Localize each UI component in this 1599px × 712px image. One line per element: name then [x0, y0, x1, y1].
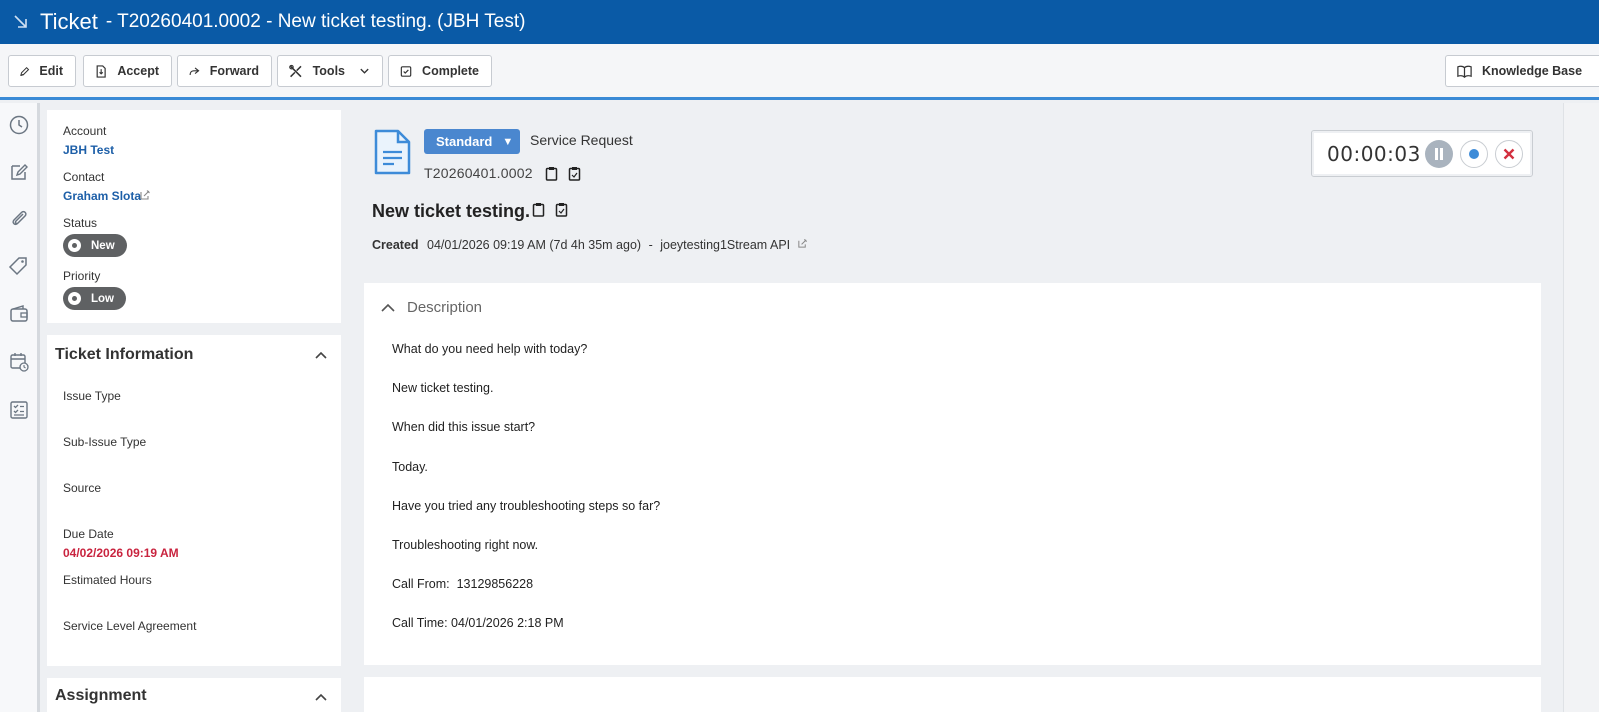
timer-display: 00:00:03 [1327, 142, 1421, 166]
page-subtitle: - T20260401.0002 - New ticket testing. (… [105, 11, 526, 32]
description-card: Description What do you need help with t… [364, 283, 1541, 665]
clipboard-link-icon[interactable] [567, 166, 582, 181]
assignment-title: Assignment [55, 687, 147, 704]
issue-type-label: Issue Type [63, 389, 121, 403]
history-clock-icon[interactable] [8, 114, 30, 136]
priority-dot-icon [68, 292, 81, 305]
close-icon [1503, 148, 1515, 160]
ticket-document-icon [374, 129, 411, 175]
status-badge[interactable]: New [63, 234, 127, 257]
work-timer: 00:00:03 [1311, 130, 1533, 177]
account-link[interactable]: JBH Test [63, 143, 114, 157]
description-line: What do you need help with today? [392, 342, 588, 356]
description-line: When did this issue start? [392, 420, 536, 434]
calendar-clock-icon[interactable] [8, 351, 30, 373]
ticket-information-panel: Ticket Information Issue Type Sub-Issue … [47, 335, 341, 666]
ticket-category-dropdown[interactable]: Standard ▼ [424, 129, 520, 154]
collapse-arrow-icon[interactable] [12, 13, 30, 31]
knowledge-base-button[interactable]: Knowledge Base [1445, 55, 1599, 87]
assignment-panel: Assignment [47, 678, 341, 712]
description-header[interactable]: Description [381, 299, 482, 316]
due-date-label: Due Date [63, 527, 114, 541]
priority-badge[interactable]: Low [63, 287, 126, 310]
toolbar: Edit Accept Forward Tools Complete Knowl… [0, 44, 1599, 100]
description-line: Call From: 13129856228 [392, 577, 534, 591]
tools-icon [289, 64, 302, 77]
estimated-hours-label: Estimated Hours [63, 573, 152, 587]
forward-arrow-icon [189, 67, 200, 75]
contact-label: Contact [63, 170, 105, 184]
ticket-title: New ticket testing. [372, 201, 531, 221]
chevron-up-icon [381, 303, 395, 312]
external-edit-icon[interactable] [797, 238, 808, 249]
ticket-number: T20260401.0002 [424, 165, 533, 181]
accept-document-icon [96, 64, 106, 78]
checklist-icon[interactable] [8, 399, 30, 421]
description-line: New ticket testing. [392, 381, 494, 395]
tools-dropdown-button[interactable]: Tools [277, 55, 383, 87]
record-button[interactable] [1460, 140, 1488, 168]
clipboard-copy-icon[interactable] [544, 166, 559, 181]
account-panel: Account JBH Test Contact Graham Slota St… [47, 110, 341, 323]
description-line: Today. [392, 460, 428, 474]
book-icon [1457, 65, 1472, 78]
icon-rail [0, 103, 40, 712]
caret-down-icon: ▼ [502, 135, 514, 148]
right-side-panel [1563, 103, 1599, 712]
contact-link[interactable]: Graham Slota [63, 189, 141, 203]
source-label: Source [63, 481, 102, 495]
created-by: joeytesting1Stream API [660, 238, 791, 252]
status-dot-icon [68, 239, 81, 252]
next-section-card [364, 677, 1541, 712]
pause-icon [1435, 148, 1443, 160]
created-label: Created [372, 238, 419, 252]
account-label: Account [63, 124, 107, 138]
complete-button[interactable]: Complete [388, 55, 492, 87]
wallet-icon[interactable] [8, 303, 30, 325]
stop-timer-button[interactable] [1495, 140, 1523, 168]
clipboard-copy-icon[interactable] [531, 202, 546, 217]
ticket-information-title: Ticket Information [55, 346, 194, 363]
created-separator: - [648, 238, 653, 252]
pencil-icon [20, 66, 30, 76]
pause-button[interactable] [1425, 140, 1453, 168]
forward-button[interactable]: Forward [177, 55, 272, 87]
status-label: Status [63, 216, 98, 230]
page-title: Ticket [40, 9, 98, 34]
due-date-value: 04/02/2026 09:19 AM [63, 546, 179, 560]
title-bar: Ticket - T20260401.0002 - New ticket tes… [0, 0, 1599, 44]
tag-icon[interactable] [8, 255, 30, 277]
attachment-paperclip-icon[interactable] [8, 207, 30, 229]
checkbox-icon [400, 65, 412, 77]
created-date: 04/01/2026 09:19 AM (7d 4h 35m ago) [427, 238, 642, 252]
record-dot-icon [1469, 149, 1479, 159]
accept-button[interactable]: Accept [83, 55, 172, 87]
description-line: Troubleshooting right now. [392, 538, 539, 552]
ticket-type: Service Request [530, 132, 633, 148]
description-line: Call Time: 04/01/2026 2:18 PM [392, 616, 564, 630]
chevron-up-icon[interactable] [314, 348, 328, 362]
priority-label: Priority [63, 269, 101, 283]
clipboard-link-icon[interactable] [554, 202, 569, 217]
description-line: Have you tried any troubleshooting steps… [392, 499, 661, 513]
external-edit-icon[interactable] [139, 189, 151, 201]
sla-label: Service Level Agreement [63, 619, 197, 633]
created-info: Created 04/01/2026 09:19 AM (7d 4h 35m a… [372, 238, 808, 252]
notes-edit-icon[interactable] [8, 161, 30, 183]
edit-button[interactable]: Edit [8, 55, 76, 87]
chevron-up-icon[interactable] [314, 690, 328, 704]
sub-issue-type-label: Sub-Issue Type [63, 435, 147, 449]
chevron-down-icon [360, 68, 369, 74]
